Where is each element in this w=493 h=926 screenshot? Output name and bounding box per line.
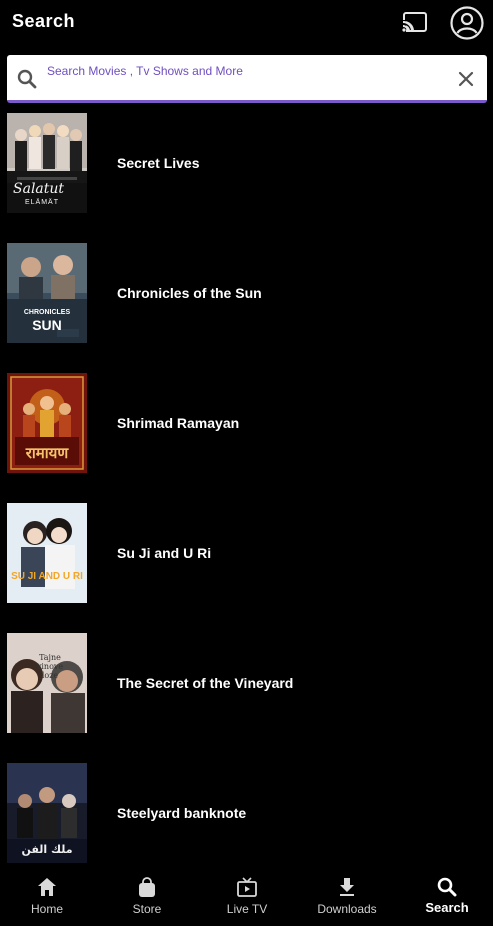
profile-avatar-icon[interactable] — [449, 5, 485, 41]
nav-search[interactable]: Search — [398, 866, 493, 926]
bag-icon — [136, 876, 158, 898]
result-item[interactable]: Salatut ELÄMÄT Secret Lives — [7, 113, 487, 213]
poster-image: CHRONICLES SUN — [7, 243, 87, 343]
poster-title-text: रामायण — [25, 444, 69, 462]
cast-icon[interactable] — [401, 10, 429, 36]
search-icon — [436, 876, 458, 898]
search-input[interactable] — [47, 55, 447, 83]
nav-label: Live TV — [226, 902, 268, 916]
search-bar — [7, 55, 487, 103]
poster-title-text: CHRONICLES — [23, 309, 71, 316]
top-bar: Search — [0, 0, 493, 46]
result-title: Secret Lives — [117, 155, 200, 171]
poster-image: Tajne vinove loze — [7, 633, 87, 733]
search-icon — [16, 68, 38, 90]
result-item[interactable]: CHRONICLES SUN Chronicles of the Sun — [7, 243, 487, 343]
result-item[interactable]: Tajne vinove loze The Secret of the Vine… — [7, 633, 487, 733]
page-title: Search — [12, 11, 76, 31]
nav-label: Downloads — [317, 902, 377, 916]
result-item[interactable]: रामायण Shrimad Ramayan — [7, 373, 487, 473]
nav-live-tv[interactable]: Live TV — [198, 866, 296, 926]
poster-title-text: Tajne vinove loze — [36, 653, 64, 680]
download-icon — [336, 876, 358, 898]
poster-subtitle-text: SUN — [32, 317, 62, 333]
poster-image: Salatut ELÄMÄT — [7, 113, 87, 213]
tv-icon — [236, 876, 258, 898]
result-item[interactable]: ملك الفن Steelyard banknote — [7, 763, 487, 863]
nav-label: Home — [30, 902, 63, 916]
poster-title-text: ملك الفن — [21, 843, 73, 856]
nav-store[interactable]: Store — [98, 866, 196, 926]
poster-image: ملك الفن — [7, 763, 87, 863]
home-icon — [36, 876, 58, 898]
poster-title-text: SU JI AND U RI — [11, 571, 83, 582]
result-title: Su Ji and U Ri — [117, 545, 212, 561]
nav-label: Store — [132, 902, 162, 916]
poster-title-text: Salatut — [13, 181, 65, 197]
poster-subtitle-text: ELÄMÄT — [25, 199, 60, 206]
nav-label: Search — [425, 900, 469, 915]
result-title: Chronicles of the Sun — [117, 285, 262, 301]
nav-home[interactable]: Home — [0, 866, 96, 926]
poster-image: SU JI AND U RI — [7, 503, 87, 603]
bottom-navigation: Home Store Live TV Downloads Search — [0, 866, 493, 926]
poster-image: रामायण — [7, 373, 87, 473]
clear-search-icon[interactable] — [456, 69, 476, 89]
result-title: Shrimad Ramayan — [117, 415, 240, 431]
nav-downloads[interactable]: Downloads — [298, 866, 396, 926]
result-item[interactable]: SU JI AND U RI Su Ji and U Ri — [7, 503, 487, 603]
result-title: Steelyard banknote — [117, 805, 247, 821]
result-title: The Secret of the Vineyard — [117, 675, 294, 691]
